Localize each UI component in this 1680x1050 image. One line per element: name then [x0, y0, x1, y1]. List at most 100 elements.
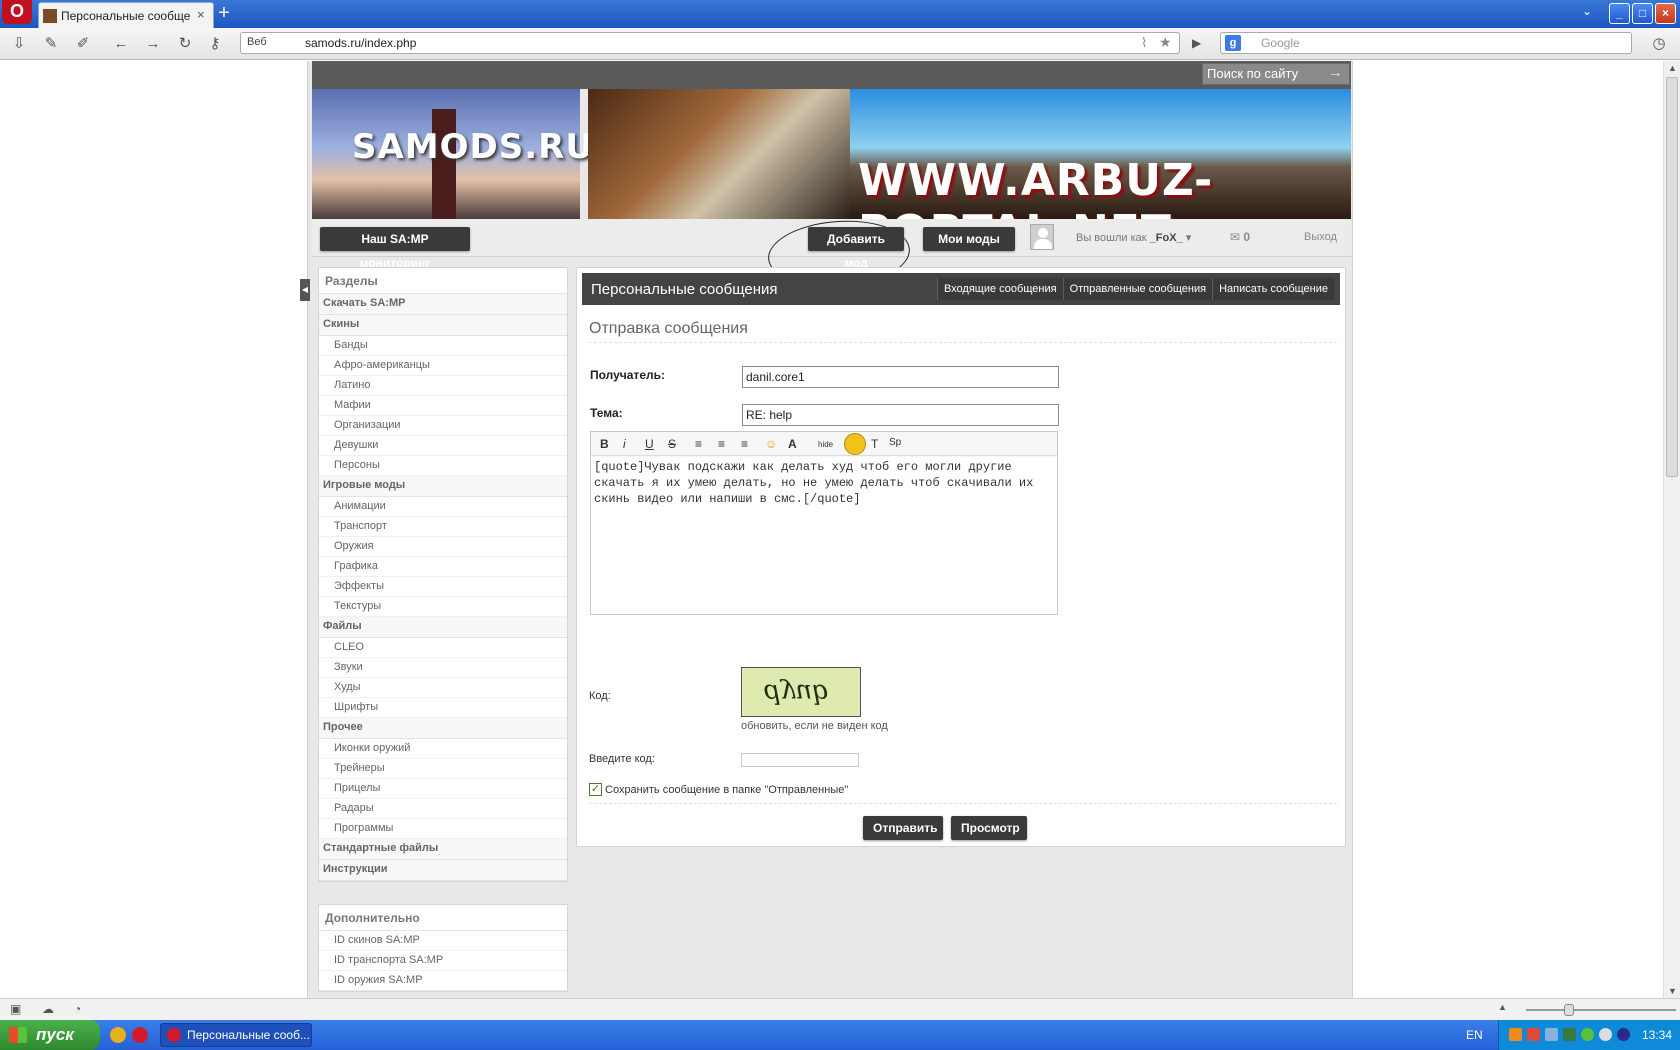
sidebar-toggle[interactable]: ◀ — [300, 279, 310, 301]
extra-sidebar-item[interactable]: ID скинов SA:MP — [319, 931, 567, 951]
sidebar-item[interactable]: Прицелы — [319, 779, 567, 799]
tray-antivirus-icon[interactable] — [1527, 1028, 1540, 1041]
save-label[interactable]: Сохранить сообщение в папке "Отправленны… — [605, 784, 848, 796]
key-icon[interactable]: ⚷ — [206, 35, 224, 53]
sidebar-item[interactable]: Программы — [319, 819, 567, 839]
rss-icon[interactable]: ⌇ — [1141, 35, 1147, 51]
sidebar-item[interactable]: Радары — [319, 799, 567, 819]
align-center-icon[interactable]: ≡ — [718, 437, 725, 451]
align-left-icon[interactable]: ≡ — [695, 437, 702, 451]
sidebar-category[interactable]: Инструкции — [319, 860, 567, 881]
zoom-knob[interactable] — [1564, 1004, 1574, 1016]
sidebar-item[interactable]: Афро-американцы — [319, 356, 567, 376]
sidebar-category[interactable]: Файлы — [319, 617, 567, 638]
monitor-button[interactable]: Наш SA:MP мониторинг — [320, 227, 470, 270]
username[interactable]: _FoX_ — [1150, 232, 1183, 244]
scroll-up-icon[interactable]: ▲ — [1668, 63, 1677, 73]
sidebar-category[interactable]: Игровые моды — [319, 476, 567, 497]
zoom-menu-icon[interactable]: ▲ — [1498, 1002, 1507, 1012]
sidebar-item[interactable]: Звуки — [319, 658, 567, 678]
page-scrollbar[interactable]: ▲ ▼ — [1663, 61, 1680, 998]
sidebar-item[interactable]: Графика — [319, 557, 567, 577]
url-text[interactable]: samods.ru/index.php — [305, 36, 416, 50]
bookmark-star-icon[interactable]: ★ — [1159, 34, 1172, 51]
sidebar-item[interactable]: Транспорт — [319, 517, 567, 537]
sidebar-item[interactable]: Мафии — [319, 396, 567, 416]
sidebar-item[interactable]: Латино — [319, 376, 567, 396]
avatar[interactable] — [1030, 224, 1054, 250]
my-mods-button[interactable]: Мои моды — [923, 227, 1015, 251]
scroll-down-icon[interactable]: ▼ — [1668, 986, 1677, 996]
font-color-icon[interactable]: A — [788, 437, 797, 451]
search-arrow-icon[interactable]: → — [1328, 64, 1343, 81]
address-bar[interactable]: Веб samods.ru/index.php ⌇ ★ — [240, 32, 1180, 54]
sidebar-category[interactable]: Прочее — [319, 718, 567, 739]
spoiler-button[interactable]: Sp — [889, 437, 901, 448]
site-search-input[interactable]: Поиск по сайту → — [1202, 63, 1350, 85]
new-tab-button[interactable]: + — [214, 2, 234, 24]
banner-arbuz[interactable]: WWW.ARBUZ-PORTAL.NET — [850, 89, 1351, 219]
pen-icon[interactable]: ✐ — [74, 35, 92, 53]
sidebar-item[interactable]: Организации — [319, 416, 567, 436]
logged-in-text[interactable]: Вы вошли как _FoX_ ▾ — [1076, 231, 1191, 244]
clock-icon[interactable]: ◷ — [1650, 35, 1668, 53]
extra-sidebar-item[interactable]: ID транспорта SA:MP — [319, 951, 567, 971]
zoom-slider[interactable] — [1526, 1004, 1676, 1016]
browser-tab[interactable]: Персональные сообще... × — [38, 2, 214, 28]
tab-inbox[interactable]: Входящие сообщения — [936, 278, 1063, 300]
sidebar-item[interactable]: Трейнеры — [319, 759, 567, 779]
message-textarea[interactable]: [quote]Чувак подскажи как делать худ что… — [591, 457, 1057, 614]
tab-sent[interactable]: Отправленные сообщения — [1062, 278, 1213, 300]
align-right-icon[interactable]: ≡ — [741, 437, 748, 451]
sidebar-item[interactable]: Банды — [319, 336, 567, 356]
add-mod-button[interactable]: Добавить мод — [808, 227, 904, 270]
text-size-icon[interactable]: T — [871, 437, 878, 451]
minimize-button[interactable]: _ — [1609, 3, 1630, 24]
strike-button[interactable]: S — [668, 437, 676, 451]
chrome-icon[interactable] — [110, 1027, 126, 1043]
sidebar-category[interactable]: Скины — [319, 315, 567, 336]
tray-volume-icon[interactable] — [1599, 1028, 1612, 1041]
scrollbar-thumb[interactable] — [1666, 77, 1678, 477]
subject-input[interactable]: RE: help — [742, 404, 1059, 426]
sidebar-item[interactable]: Иконки оружий — [319, 739, 567, 759]
hide-button[interactable]: hide — [818, 440, 833, 449]
sidebar-item[interactable]: Худы — [319, 678, 567, 698]
site-banner[interactable]: SAMODS.RU WWW.ARBUZ-PORTAL.NET — [312, 89, 1351, 219]
sidebar-item[interactable]: Девушки — [319, 436, 567, 456]
maximize-button[interactable]: □ — [1632, 3, 1653, 24]
sidebar-item[interactable]: CLEO — [319, 638, 567, 658]
close-window-button[interactable]: × — [1655, 3, 1676, 24]
start-button[interactable]: пуск — [0, 1020, 100, 1050]
send-button[interactable]: Отправить — [863, 816, 943, 840]
recipient-input[interactable]: danil.core1 — [742, 366, 1059, 388]
tray-app-icon[interactable] — [1509, 1028, 1522, 1041]
search-engine-box[interactable]: g Google — [1220, 32, 1632, 54]
tray-network-icon[interactable] — [1545, 1028, 1558, 1041]
clock[interactable]: 13:34 — [1642, 1028, 1672, 1042]
bold-button[interactable]: B — [600, 437, 609, 451]
sidebar-item[interactable]: Текстуры — [319, 597, 567, 617]
preview-button[interactable]: Просмотр — [951, 816, 1027, 840]
sidebar-item[interactable]: Шрифты — [319, 698, 567, 718]
logout-link[interactable]: Выход — [1304, 231, 1337, 243]
go-icon[interactable]: ▶ — [1192, 36, 1201, 50]
panel-toggle-icon[interactable]: ▣ — [10, 1002, 21, 1016]
taskbar-window-button[interactable]: Персональные сооб... — [160, 1023, 312, 1047]
opera-icon[interactable] — [132, 1027, 148, 1043]
smile-icon[interactable]: ☺ — [765, 437, 777, 451]
reload-icon[interactable]: ↻ — [176, 35, 194, 53]
tray-status-icon[interactable] — [1581, 1028, 1594, 1041]
sidebar-item[interactable]: Оружия — [319, 537, 567, 557]
sidebar-category[interactable]: Стандартные файлы — [319, 839, 567, 860]
opera-menu-button[interactable]: O — [2, 0, 32, 24]
back-icon[interactable]: ← — [112, 35, 130, 53]
tray-sync-icon[interactable] — [1617, 1028, 1630, 1041]
cloud-icon[interactable]: ☁ — [42, 1002, 54, 1016]
sidebar-item[interactable]: Персоны — [319, 456, 567, 476]
tray-utility-icon[interactable] — [1563, 1028, 1576, 1041]
download-icon[interactable]: ⇩ — [10, 35, 28, 53]
big-smiley-icon[interactable] — [844, 433, 866, 455]
wrench-icon[interactable]: ✎ — [42, 35, 60, 53]
language-indicator[interactable]: EN — [1466, 1028, 1483, 1042]
